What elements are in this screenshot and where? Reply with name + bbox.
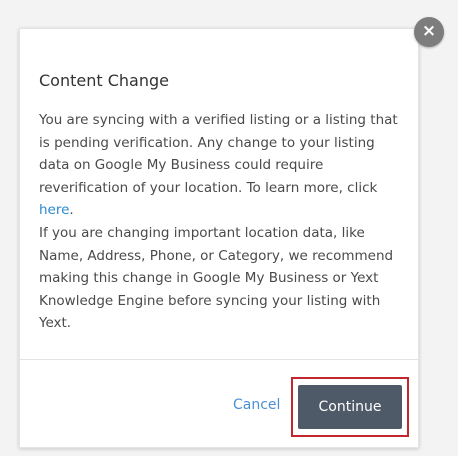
close-icon[interactable]: × (414, 17, 444, 47)
dialog-title: Content Change (39, 71, 169, 90)
dialog-body: You are syncing with a verified listing … (39, 109, 401, 335)
footer-divider (20, 359, 418, 360)
dialog-message-verification: You are syncing with a verified listing … (39, 109, 401, 222)
dialog-message-recommendation: If you are changing important location d… (39, 224, 394, 332)
dialog-message-text: You are syncing with a verified listing … (39, 112, 398, 196)
content-change-dialog: Content Change You are syncing with a ve… (19, 28, 419, 448)
continue-button[interactable]: Continue (298, 385, 402, 429)
dialog-message-period: . (69, 202, 74, 219)
cancel-button[interactable]: Cancel (233, 397, 280, 413)
learn-more-link[interactable]: here (39, 202, 69, 218)
